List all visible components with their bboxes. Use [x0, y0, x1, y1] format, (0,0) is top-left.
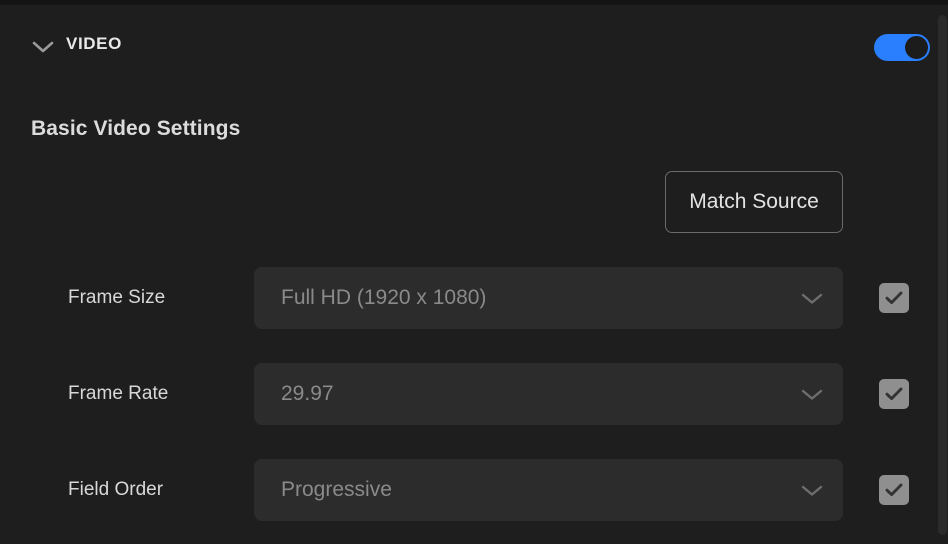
- chevron-down-icon[interactable]: [800, 382, 824, 406]
- setting-row-frame-rate: Frame Rate 29.97: [0, 363, 948, 425]
- video-enable-toggle[interactable]: [874, 34, 930, 61]
- frame-size-label: Frame Size: [68, 287, 165, 309]
- vertical-scrollbar-thumb[interactable]: [938, 15, 947, 535]
- basic-video-settings-heading: Basic Video Settings: [31, 117, 240, 141]
- frame-size-checkbox[interactable]: [879, 283, 909, 313]
- frame-rate-dropdown[interactable]: 29.97: [254, 363, 843, 425]
- frame-size-value: Full HD (1920 x 1080): [281, 286, 486, 310]
- match-source-button[interactable]: Match Source: [665, 171, 843, 233]
- video-section-header: VIDEO: [0, 5, 948, 79]
- field-order-value: Progressive: [281, 478, 392, 502]
- toggle-knob: [905, 36, 928, 59]
- chevron-down-icon[interactable]: [800, 478, 824, 502]
- setting-row-frame-size: Frame Size Full HD (1920 x 1080): [0, 267, 948, 329]
- video-settings-panel: VIDEO Basic Video Settings Match Source …: [0, 0, 948, 544]
- frame-rate-value: 29.97: [281, 382, 334, 406]
- frame-rate-checkbox[interactable]: [879, 379, 909, 409]
- field-order-dropdown[interactable]: Progressive: [254, 459, 843, 521]
- chevron-down-icon[interactable]: [29, 33, 57, 61]
- field-order-label: Field Order: [68, 479, 163, 501]
- section-title: VIDEO: [66, 34, 122, 54]
- field-order-checkbox[interactable]: [879, 475, 909, 505]
- frame-size-dropdown[interactable]: Full HD (1920 x 1080): [254, 267, 843, 329]
- vertical-scrollbar-track[interactable]: [937, 5, 948, 544]
- setting-row-field-order: Field Order Progressive: [0, 459, 948, 521]
- frame-rate-label: Frame Rate: [68, 383, 168, 405]
- chevron-down-icon[interactable]: [800, 286, 824, 310]
